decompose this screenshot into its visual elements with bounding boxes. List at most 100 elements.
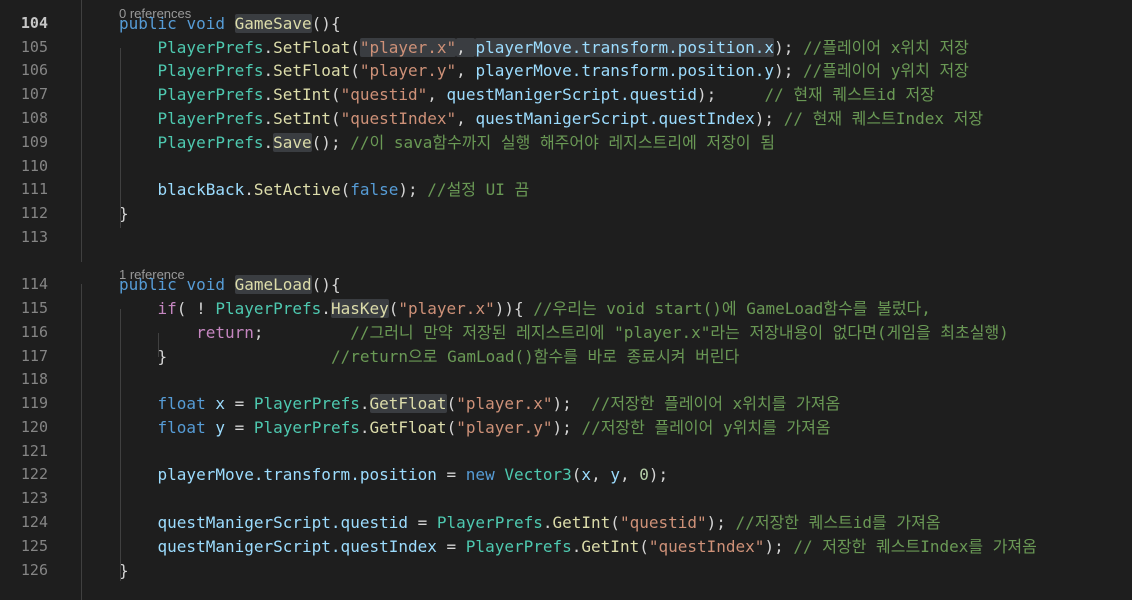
code-line-116[interactable]: 116 return; //그러니 만약 저장된 레지스트리에 "player.… — [0, 321, 1132, 345]
line-number: 117 — [20, 347, 48, 365]
token-var: y — [215, 418, 225, 437]
token-p: ( — [330, 85, 341, 104]
code-line-112[interactable]: 112} — [0, 202, 1132, 226]
token-str: "player.x" — [456, 394, 553, 413]
token-p: . — [263, 61, 274, 80]
token-str: "player.y" — [456, 418, 553, 437]
line-code: public void GameSave(){ — [119, 12, 341, 36]
token-p — [793, 61, 803, 80]
indent-guide — [158, 333, 159, 357]
token-p: . — [359, 418, 370, 437]
line-code: float x = PlayerPrefs.GetFloat("player.x… — [119, 392, 840, 416]
token-p: ; — [253, 323, 264, 342]
token-p: ); — [774, 61, 794, 80]
line-number: 124 — [20, 513, 48, 531]
code-line-119[interactable]: 119 float x = PlayerPrefs.GetFloat("play… — [0, 392, 1132, 416]
token-kw: float — [157, 394, 206, 413]
code-line-114[interactable]: 114 public void GameLoad(){ — [0, 273, 1132, 297]
indent-guide — [120, 48, 121, 228]
token-var: x — [215, 394, 225, 413]
code-editor[interactable]: 0 references 1 reference 104 public void … — [0, 0, 1132, 600]
token-ty: PlayerPrefs — [253, 394, 360, 413]
code-line-126[interactable]: 126} — [0, 559, 1132, 583]
token-kw: new — [465, 465, 495, 484]
code-line-123[interactable]: 123 — [0, 487, 1132, 511]
token-p: = — [224, 394, 254, 413]
token-p: ); — [398, 180, 418, 199]
code-line-106[interactable]: 106 PlayerPrefs.SetFloat("player.y", pla… — [0, 59, 1132, 83]
token-ctl: return — [196, 323, 254, 342]
token-var: playerMove.transform.position.x — [475, 38, 775, 57]
token-kw: public — [119, 275, 177, 294]
token-fn: SetInt — [273, 85, 331, 104]
token-p — [167, 347, 331, 366]
token-p: ( — [388, 299, 399, 318]
code-line-111[interactable]: 111 blackBack.SetActive(false); //설정 UI … — [0, 178, 1132, 202]
token-ty: PlayerPrefs — [253, 418, 360, 437]
token-p: ); — [754, 109, 775, 128]
token-p: , — [427, 85, 447, 104]
code-line-125[interactable]: 125 questManigerScript.questIndex = Play… — [0, 535, 1132, 559]
token-str: "questIndex" — [648, 537, 765, 556]
token-kw: public — [119, 14, 177, 33]
token-kw: void — [186, 14, 225, 33]
token-p — [177, 275, 187, 294]
token-fn: GetFloat — [369, 418, 447, 437]
line-code: questManigerScript.questid = PlayerPrefs… — [119, 511, 941, 535]
token-p — [119, 85, 158, 104]
token-p: { — [513, 299, 534, 318]
code-line-117[interactable]: 117 } //return으로 GamLoad()함수를 바로 종료시켜 버린… — [0, 345, 1132, 369]
token-cm: //설정 UI 끔 — [427, 180, 530, 199]
token-p — [119, 38, 158, 57]
token-p — [119, 537, 158, 556]
code-line-104[interactable]: 104 public void GameSave(){ — [0, 12, 1132, 36]
code-line-115[interactable]: 115 if( ! PlayerPrefs.HasKey("player.x")… — [0, 297, 1132, 321]
token-p: . — [263, 85, 274, 104]
line-number: 108 — [20, 109, 48, 127]
token-p: . — [263, 109, 274, 128]
token-p: } — [119, 347, 168, 366]
token-ty: PlayerPrefs — [157, 38, 264, 57]
token-p: ( — [350, 61, 360, 80]
code-line-118[interactable]: 118 — [0, 368, 1132, 392]
token-ty: PlayerPrefs — [157, 133, 264, 152]
token-p: ( — [639, 537, 649, 556]
token-p: ( — [330, 109, 341, 128]
token-str: "questid" — [340, 85, 428, 104]
code-line-113[interactable]: 113 — [0, 226, 1132, 250]
token-p — [119, 109, 158, 128]
token-p: ( — [350, 38, 360, 57]
code-line-107[interactable]: 107 PlayerPrefs.SetInt("questid", questM… — [0, 83, 1132, 107]
token-p: (){ — [311, 14, 341, 33]
code-line-105[interactable]: 105 PlayerPrefs.SetFloat("player.x", pla… — [0, 36, 1132, 60]
token-p — [119, 394, 158, 413]
token-var: questManigerScript.questid — [446, 85, 697, 104]
token-p: ); — [697, 85, 717, 104]
token-p: )) — [494, 299, 514, 318]
token-p: ); — [552, 418, 572, 437]
code-line-109[interactable]: 109 PlayerPrefs.Save(); //이 sava함수까지 실행 … — [0, 131, 1132, 155]
code-line-121[interactable]: 121 — [0, 440, 1132, 464]
token-cm: //플레이어 x위치 저장 — [802, 38, 969, 57]
token-p — [119, 418, 158, 437]
token-num: 0 — [639, 465, 649, 484]
line-code: } //return으로 GamLoad()함수를 바로 종료시켜 버린다 — [119, 345, 740, 369]
line-number: 120 — [20, 418, 48, 436]
code-line-110[interactable]: 110 — [0, 155, 1132, 179]
token-ty: PlayerPrefs — [215, 299, 322, 318]
code-line-122[interactable]: 122 playerMove.transform.position = new … — [0, 463, 1132, 487]
token-cm: //저장한 플레이어 x위치를 가져옴 — [591, 394, 841, 413]
token-p — [716, 85, 764, 104]
line-code: if( ! PlayerPrefs.HasKey("player.x")){ /… — [119, 297, 931, 321]
token-p: . — [263, 38, 274, 57]
line-code: PlayerPrefs.SetInt("questIndex", questMa… — [119, 107, 984, 131]
code-line-124[interactable]: 124 questManigerScript.questid = PlayerP… — [0, 511, 1132, 535]
token-ty: PlayerPrefs — [157, 61, 264, 80]
code-line-120[interactable]: 120 float y = PlayerPrefs.GetFloat("play… — [0, 416, 1132, 440]
token-p — [206, 418, 216, 437]
code-line-108[interactable]: 108 PlayerPrefs.SetInt("questIndex", que… — [0, 107, 1132, 131]
token-p — [119, 465, 158, 484]
token-str: "questid" — [619, 513, 707, 532]
token-p: (){ — [311, 275, 341, 294]
line-number: 115 — [20, 299, 48, 317]
